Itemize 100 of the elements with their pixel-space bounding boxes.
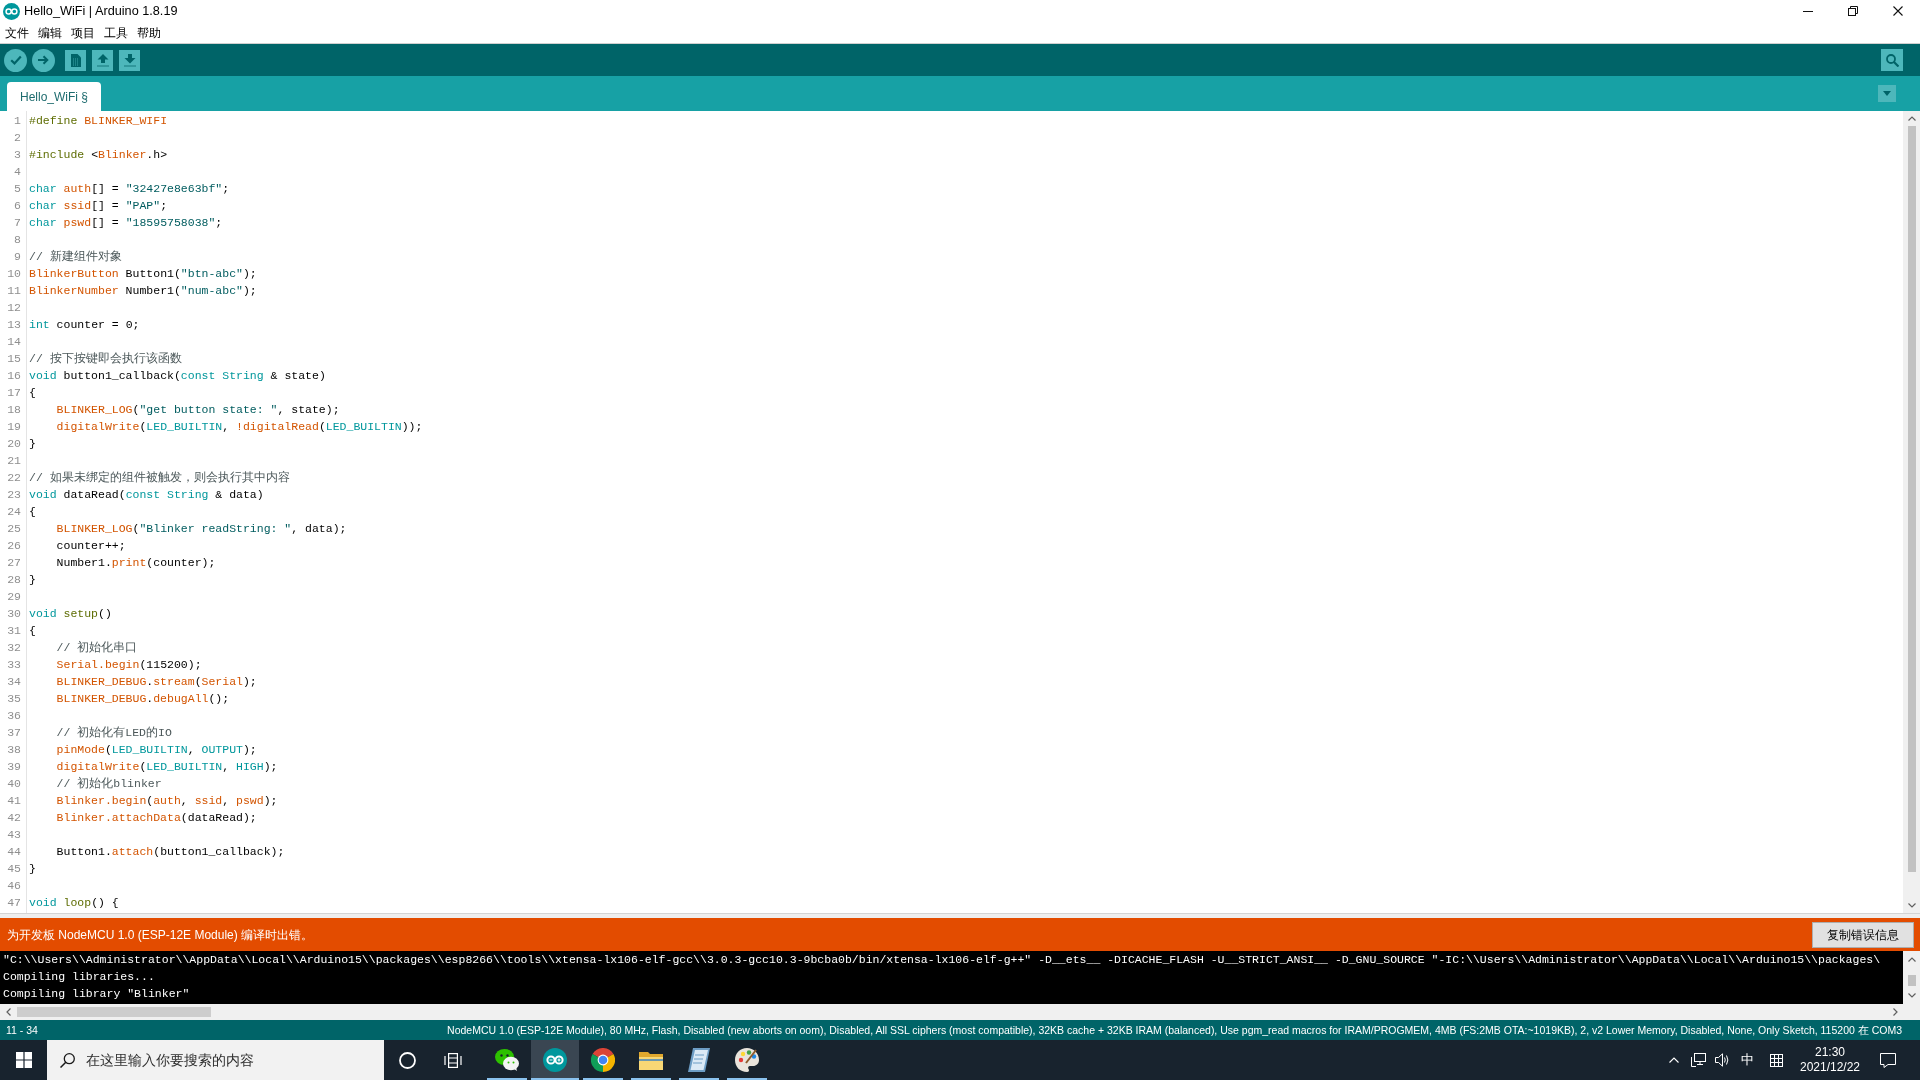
folder-icon (639, 1050, 663, 1070)
tab-menu-button[interactable] (1878, 85, 1896, 102)
minimize-icon (1802, 10, 1813, 12)
code-line: BLINKER_LOG("Blinker readString: ", data); (56, 521, 347, 537)
code-line: // 初始化有LED的IO (56, 725, 172, 741)
search-field[interactable]: 在这里输入你要搜索的内容 (47, 1040, 384, 1080)
line-number: 46 (7, 878, 21, 894)
chevron-up-icon[interactable] (1907, 116, 1916, 121)
tricolor-circle-icon (591, 1048, 615, 1072)
chevron-down-icon[interactable] (1907, 903, 1916, 908)
line-number: 22 (7, 470, 21, 486)
line-number: 43 (7, 827, 21, 843)
console-line: Compiling libraries... (3, 969, 155, 985)
line-number: 19 (7, 419, 21, 435)
line-number: 40 (7, 776, 21, 792)
input-mode-button[interactable]: 中 (1734, 1040, 1760, 1080)
code-line: pinMode(LED_BUILTIN, OUTPUT); (56, 742, 257, 758)
new-button[interactable] (65, 49, 86, 71)
menu-item[interactable]: 项目 (66, 24, 99, 41)
taskbar-button[interactable] (531, 1040, 579, 1080)
check-icon (9, 55, 22, 65)
line-number: 34 (7, 674, 21, 690)
code-line: #define BLINKER_WIFI (29, 113, 168, 129)
scrollbar-thumb[interactable] (1907, 126, 1916, 872)
ring-icon (398, 1051, 416, 1069)
menu-item[interactable]: 工具 (99, 24, 132, 41)
code-line: } (29, 572, 36, 588)
code-line: { (29, 504, 36, 520)
line-number: 5 (14, 181, 21, 197)
editor-tab[interactable]: Hello_WiFi § (7, 82, 101, 111)
line-number: 42 (7, 810, 21, 826)
code-line: Blinker.begin(auth, ssid, pswd); (56, 793, 278, 809)
code-line: } (29, 861, 36, 877)
horizontal-scrollbar[interactable] (0, 1004, 1920, 1020)
open-button[interactable] (92, 49, 113, 71)
chevron-down-icon[interactable] (1907, 993, 1916, 998)
line-number: 3 (14, 147, 21, 163)
line-number: 1 (14, 113, 21, 129)
code-line: counter++; (56, 538, 126, 554)
copy-error-button[interactable]: 复制错误信息 (1812, 921, 1914, 948)
menu-item[interactable]: 帮助 (132, 24, 165, 41)
code-line: } (29, 436, 36, 452)
code-line: int counter = 0; (29, 317, 140, 333)
vertical-scrollbar[interactable] (1903, 111, 1920, 913)
line-number: 7 (14, 215, 21, 231)
caret-down-icon (1883, 91, 1891, 96)
infinity-icon (543, 1048, 567, 1072)
scrollbar-thumb[interactable] (17, 1007, 211, 1017)
line-number: 20 (7, 436, 21, 452)
chevron-left-icon[interactable] (6, 1008, 11, 1016)
right-arrow-icon (38, 55, 49, 65)
line-number: 15 (7, 351, 21, 367)
line-number: 6 (14, 198, 21, 214)
line-number: 14 (7, 334, 21, 350)
upload-button[interactable] (32, 48, 55, 72)
notebook-icon (688, 1048, 710, 1072)
chevron-up-icon[interactable] (1907, 957, 1916, 962)
cursor-position: 11 - 34 (6, 1023, 38, 1037)
code-line: #include <Blinker.h> (29, 147, 168, 163)
menu-item[interactable]: 文件 (0, 24, 33, 41)
clock-date[interactable]: 2021/12/22 (1799, 1060, 1861, 1075)
line-number: 10 (7, 266, 21, 282)
line-number: 8 (14, 232, 21, 248)
line-number: 4 (14, 164, 21, 180)
grid-icon (1769, 1053, 1783, 1067)
scrollbar-thumb[interactable] (1907, 975, 1916, 986)
clock-time[interactable]: 21:30 (1815, 1045, 1845, 1060)
line-number: 35 (7, 691, 21, 707)
code-line: Button1.attach(button1_callback); (56, 844, 285, 860)
code-line: digitalWrite(LED_BUILTIN, !digitalRead(LED_BUILTIN)); (56, 419, 423, 435)
window-title: Hello_WiFi | Arduino 1.8.19 (24, 3, 178, 19)
save-button[interactable] (119, 49, 140, 71)
search-button[interactable] (1881, 49, 1903, 71)
line-number: 38 (7, 742, 21, 758)
code-line: BlinkerButton Button1("btn-abc"); (29, 266, 257, 282)
speech-bubble-icon (1880, 1052, 1896, 1068)
console-line: Compiling library "Blinker" (3, 986, 190, 1002)
line-number: 29 (7, 589, 21, 605)
menu-item[interactable]: 编辑 (33, 24, 66, 41)
code-line: BLINKER_DEBUG.debugAll(); (56, 691, 230, 707)
code-line: Number1.print(counter); (56, 555, 216, 571)
line-number: 44 (7, 844, 21, 860)
line-number: 11 (7, 283, 21, 299)
line-number: 26 (7, 538, 21, 554)
code-line: BLINKER_LOG("get button state: ", state); (56, 402, 340, 418)
code-line: void setup() (29, 606, 112, 622)
console-line: "C:\\Users\\Administrator\\AppData\\Local\\Arduino15\\packages\\esp8266\\tools\\xtensa-lx106-elf-gcc\\3.0.3-gcc10.3-9bcba0b/bin/xtensa-lx106-elf-g++" -D__ets__ -DICACHE_FLASH -U__STRICT_ANSI__ -D_GNU_SOURCE "-IC:\\Users\\Administrator\\AppData\\Local\\Arduino15\\packages\ (3, 952, 1881, 968)
error-message: 为开发板 NodeMCU 1.0 (ESP-12E Module) 编译时出错。 (7, 926, 314, 943)
code-line: // 新建组件对象 (29, 249, 122, 265)
verify-button[interactable] (4, 48, 27, 72)
code-line: Serial.begin(115200); (56, 657, 202, 673)
board-info: NodeMCU 1.0 (ESP-12E Module), 80 MHz, Flash, Disabled (new aborts on oom), Disabled, All SSL ciphers (most compatible), 32KB cache + 32KB IRAM (balanced), Use pgm_read macros for IRAM/PROGMEM, 4MB (FS:2MB OTA:~1019KB), 2, v2 Lower Memory, Disabled, None, Only Sketch, 115200 在 COM3 (447, 1023, 1902, 1037)
line-number: 37 (7, 725, 21, 741)
code-line: char auth[] = "32427e8e63bf"; (29, 181, 230, 197)
chevron-up-icon (1669, 1057, 1679, 1063)
line-number: 12 (7, 300, 21, 316)
vertical-scrollbar[interactable] (1903, 951, 1920, 1004)
speaker-icon (1714, 1053, 1730, 1067)
chevron-right-icon[interactable] (1893, 1008, 1898, 1016)
restore-icon (1847, 6, 1858, 16)
